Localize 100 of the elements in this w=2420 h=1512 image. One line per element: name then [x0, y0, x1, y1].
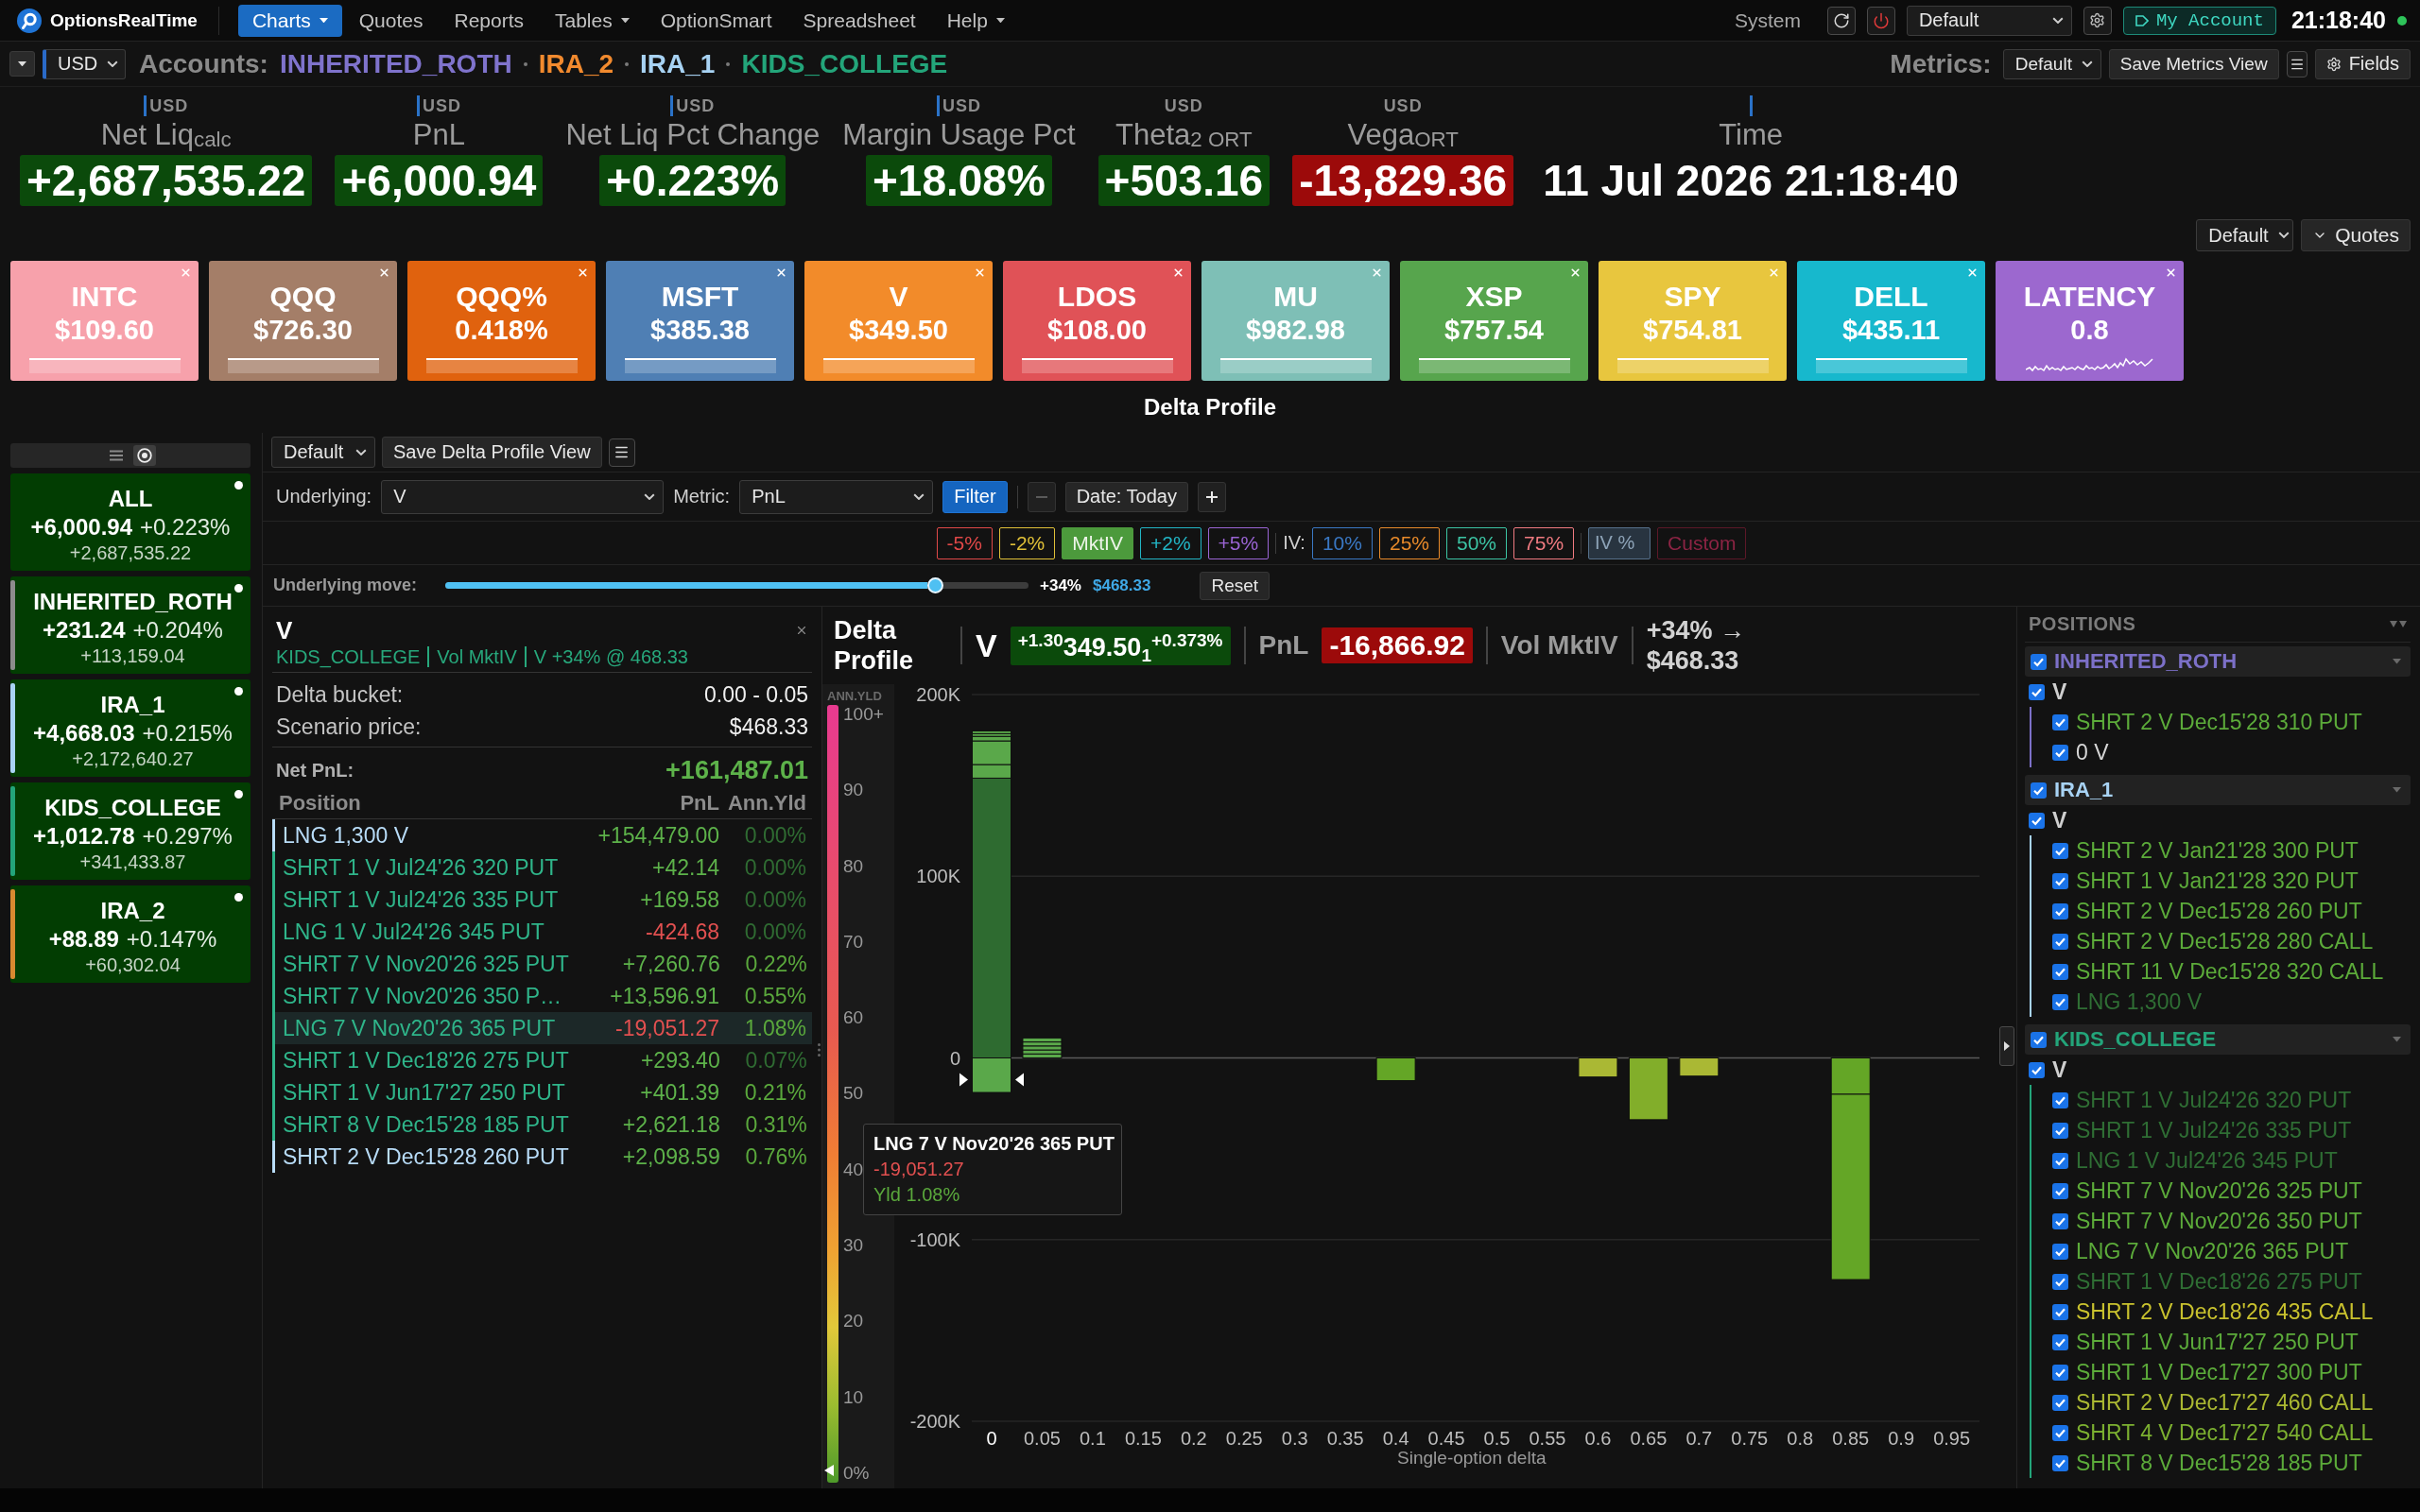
bar-segment[interactable]	[972, 1057, 1011, 1093]
underlying-select[interactable]: V	[381, 479, 665, 514]
close-icon[interactable]	[1172, 266, 1184, 279]
checkbox[interactable]	[2029, 812, 2045, 829]
position-row[interactable]: SHRT 1 V Dec18'26 275 PUT +293.40 0.07%	[272, 1044, 812, 1076]
account-header[interactable]: INHERITED_ROTH	[2025, 646, 2411, 677]
checkbox[interactable]	[2031, 1031, 2047, 1048]
date-button[interactable]: Date: Today	[1064, 481, 1188, 512]
quote-tile[interactable]: LATENCY 0.8	[1996, 261, 2184, 381]
checkbox[interactable]	[2052, 1364, 2068, 1381]
scenario-button[interactable]: +2%	[1139, 526, 1201, 559]
account-header[interactable]: IRA_1	[2025, 775, 2411, 805]
close-icon[interactable]	[577, 266, 589, 279]
position-name[interactable]: SHRT 2 V Dec18'26 435 CALL	[2076, 1298, 2374, 1325]
position-row[interactable]: SHRT 1 V Jul24'26 335 PUT +169.58 0.00%	[272, 884, 812, 916]
menu-item[interactable]: OptionSmart	[646, 4, 786, 37]
account-card[interactable]: ALL +6,000.94 +0.223% +2,687,535.22	[10, 473, 251, 571]
bar-segment[interactable]	[972, 740, 1011, 765]
menu-button[interactable]	[2286, 50, 2308, 77]
position-row[interactable]: SHRT 1 V Jun17'27 250 PUT +401.39 0.21%	[272, 1076, 812, 1108]
position-row[interactable]: LNG 7 V Nov20'26 365 PUT -19,051.27 1.08%	[272, 1012, 812, 1044]
filter-button[interactable]: Filter	[942, 480, 1008, 513]
checkbox[interactable]	[2052, 902, 2068, 919]
bar-segment[interactable]	[1628, 1057, 1668, 1121]
menu-item[interactable]: Reports	[440, 4, 538, 37]
account-header[interactable]: KIDS_COLLEGE	[2025, 1024, 2411, 1055]
checkbox[interactable]	[2029, 683, 2045, 700]
menu-item[interactable]: Help	[932, 4, 1019, 37]
account-link[interactable]: IRA_2	[538, 48, 614, 79]
double-caret-icon[interactable]	[2390, 621, 2407, 627]
bar-segment[interactable]	[1679, 1057, 1720, 1077]
next-date-button[interactable]	[1198, 481, 1226, 512]
quotes-toggle-button[interactable]: Quotes	[2301, 219, 2411, 251]
position-name[interactable]: SHRT 2 V Dec17'27 460 CALL	[2076, 1389, 2374, 1416]
metrics-view-select[interactable]: Default	[2002, 48, 2101, 79]
quote-tile[interactable]: QQQ% 0.418%	[407, 261, 596, 381]
currency-select[interactable]: USD	[43, 48, 126, 79]
menu-item[interactable]: Spreadsheet	[788, 4, 930, 37]
checkbox[interactable]	[2052, 1273, 2068, 1290]
refresh-button[interactable]	[1826, 6, 1856, 35]
iv-input[interactable]: IV %	[1588, 526, 1651, 559]
close-icon[interactable]	[1569, 266, 1582, 279]
account-card[interactable]: IRA_2 +88.89 +0.147% +60,302.04	[10, 885, 251, 983]
collapse-button[interactable]	[1999, 1026, 2014, 1066]
slider-thumb[interactable]	[927, 577, 944, 593]
checkbox[interactable]	[2052, 872, 2068, 889]
bar-segment[interactable]	[1578, 1057, 1618, 1078]
position-name[interactable]: 0 V	[2076, 739, 2109, 765]
checkbox[interactable]	[2052, 713, 2068, 730]
quote-tile[interactable]: QQQ $726.30	[209, 261, 397, 381]
quotes-view-select[interactable]: Default	[2196, 219, 2294, 251]
dropdown-button[interactable]	[9, 51, 35, 77]
checkbox[interactable]	[2031, 653, 2047, 670]
quote-tile[interactable]: LDOS $108.00	[1003, 261, 1191, 381]
close-icon[interactable]	[775, 266, 787, 279]
position-name[interactable]: SHRT 1 V Jan21'28 320 PUT	[2076, 868, 2359, 894]
checkbox[interactable]	[2029, 1061, 2045, 1078]
account-link[interactable]: KIDS_COLLEGE	[741, 48, 948, 79]
bar-segment[interactable]	[1022, 1045, 1063, 1051]
checkbox[interactable]	[2052, 1333, 2068, 1350]
iv-button[interactable]: 25%	[1378, 526, 1440, 559]
layout-select[interactable]: Default	[1906, 5, 2072, 36]
checkbox[interactable]	[2052, 744, 2068, 761]
checkbox[interactable]	[2052, 1182, 2068, 1199]
menu-item[interactable]: Tables	[541, 4, 644, 37]
checkbox[interactable]	[2052, 1152, 2068, 1169]
checkbox[interactable]	[2052, 1454, 2068, 1471]
checkbox[interactable]	[2052, 1424, 2068, 1441]
position-name[interactable]: LNG 7 V Nov20'26 365 PUT	[2076, 1238, 2349, 1264]
view-toggle-button[interactable]	[133, 445, 156, 466]
checkbox[interactable]	[2052, 1303, 2068, 1320]
close-icon[interactable]	[2165, 266, 2177, 279]
settings-button[interactable]	[2083, 6, 2112, 35]
iv-button[interactable]: 50%	[1446, 526, 1508, 559]
reset-button[interactable]: Reset	[1200, 571, 1270, 600]
menu-button[interactable]	[608, 438, 635, 467]
menu-item[interactable]: Charts	[237, 4, 342, 37]
fields-button[interactable]: Fields	[2314, 48, 2411, 79]
position-row[interactable]: LNG 1,300 V +154,479.00 0.00%	[272, 819, 812, 851]
checkbox[interactable]	[2052, 1243, 2068, 1260]
checkbox[interactable]	[2031, 782, 2047, 799]
account-card[interactable]: INHERITED_ROTH +231.24 +0.204% +113,159.04	[10, 576, 251, 674]
position-name[interactable]: SHRT 8 V Dec15'28 185 PUT	[2076, 1450, 2362, 1476]
bar-segment[interactable]	[972, 730, 1011, 734]
checkbox[interactable]	[2052, 1394, 2068, 1411]
menu-item[interactable]: Quotes	[344, 4, 438, 37]
position-name[interactable]: SHRT 2 V Dec15'28 280 CALL	[2076, 928, 2374, 954]
scenario-button[interactable]: -5%	[936, 526, 993, 559]
position-name[interactable]: SHRT 2 V Jan21'28 300 PUT	[2076, 837, 2359, 864]
power-button[interactable]	[1866, 6, 1895, 35]
checkbox[interactable]	[2052, 993, 2068, 1010]
checkbox[interactable]	[2052, 1212, 2068, 1229]
position-name[interactable]: SHRT 4 V Dec17'27 540 CALL	[2076, 1419, 2374, 1446]
my-account-button[interactable]: My Account	[2122, 6, 2276, 35]
position-row[interactable]: SHRT 7 V Nov20'26 325 PUT +7,260.76 0.22%	[272, 948, 812, 980]
position-name[interactable]: SHRT 1 V Dec17'27 300 PUT	[2076, 1359, 2362, 1385]
checkbox[interactable]	[2052, 933, 2068, 950]
account-link[interactable]: INHERITED_ROTH	[279, 48, 512, 79]
checkbox[interactable]	[2052, 963, 2068, 980]
position-row[interactable]: LNG 1 V Jul24'26 345 PUT -424.68 0.00%	[272, 916, 812, 948]
